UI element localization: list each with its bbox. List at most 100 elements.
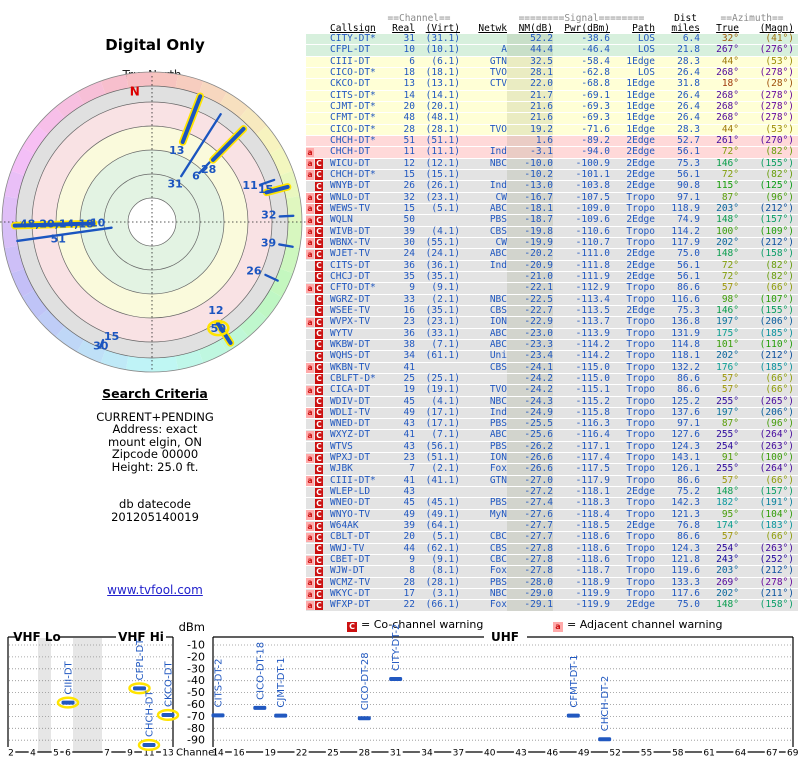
adjacent-warning-icon: a bbox=[306, 283, 314, 294]
cell-netwk: PBS bbox=[489, 418, 507, 430]
co-channel-warning-icon: C bbox=[315, 532, 323, 543]
cell-pwr: -109.6 bbox=[575, 214, 610, 226]
cell-true: 72° bbox=[721, 270, 739, 282]
cell-true: 57° bbox=[721, 282, 739, 294]
co-channel-warning-icon: C bbox=[315, 385, 323, 396]
cell-netwk: CBS bbox=[489, 361, 507, 373]
cell-real: 6 bbox=[409, 55, 415, 67]
cell-path: LOS bbox=[637, 33, 655, 44]
cell-cs: WJBK bbox=[330, 463, 353, 475]
cell-pwr: -112.9 bbox=[575, 282, 610, 294]
cell-path: Tropo bbox=[626, 384, 655, 396]
channel-tick-label: 2 bbox=[8, 749, 14, 759]
radar-channel-label: 31 bbox=[167, 177, 182, 190]
co-channel-warning-icon: C bbox=[315, 170, 323, 180]
cell-dist: 118.9 bbox=[671, 202, 700, 214]
cell-nm: -23.3 bbox=[507, 339, 553, 351]
channel-axis-label: Channel bbox=[176, 748, 217, 759]
cell-nm: -27.8 bbox=[507, 565, 553, 577]
cell-real: 39 bbox=[403, 520, 415, 532]
cell-pwr: -118.3 bbox=[575, 497, 610, 509]
cell-cs: CFPL-DT bbox=[330, 44, 371, 56]
cell-dist: 86.6 bbox=[677, 474, 700, 486]
channel-tick-label: 7 bbox=[104, 749, 110, 759]
cell-cs: CFMT-DT* bbox=[330, 112, 376, 124]
cell-true: 255° bbox=[716, 463, 739, 475]
cell-real: 48 bbox=[403, 112, 415, 124]
station-label: CFPL-DT bbox=[135, 638, 146, 680]
cell-cs: CICA-DT bbox=[330, 384, 371, 396]
cell-path: Tropo bbox=[626, 440, 655, 452]
cell-real: 26 bbox=[403, 180, 415, 192]
adjacent-warning-icon: a bbox=[306, 215, 314, 226]
cell-cs: WKBW-DT bbox=[330, 338, 371, 350]
cell-virt: (3.1) bbox=[431, 588, 460, 600]
cell-nm: -18.1 bbox=[507, 203, 553, 215]
cell-true: 44° bbox=[721, 55, 739, 67]
cell-cs: WEWS-TV bbox=[330, 202, 371, 214]
cell-real: 49 bbox=[403, 406, 415, 418]
cell-dist: 119.6 bbox=[671, 565, 700, 577]
cell-nm: 21.7 bbox=[507, 90, 553, 101]
cell-path: Tropo bbox=[626, 316, 655, 328]
cell-virt: (28.1) bbox=[425, 576, 460, 588]
cell-magn: (82°) bbox=[765, 270, 794, 282]
cell-real: 20 bbox=[403, 100, 415, 112]
spectrum-gap-band bbox=[38, 638, 51, 752]
cell-virt: (14.1) bbox=[425, 89, 460, 101]
chart-box-border bbox=[212, 637, 794, 753]
cell-true: 254° bbox=[716, 542, 739, 554]
cell-pwr: -117.1 bbox=[575, 440, 610, 452]
cell-pwr: -111.9 bbox=[575, 270, 610, 282]
cell-pwr: -116.4 bbox=[575, 429, 610, 441]
cell-magn: (41°) bbox=[765, 33, 794, 44]
cell-true: 44° bbox=[721, 123, 739, 135]
cell-virt: (19.1) bbox=[425, 384, 460, 396]
cell-real: 44 bbox=[403, 542, 415, 554]
cell-netwk: CBS bbox=[489, 225, 507, 237]
cell-cs: CJMT-DT* bbox=[330, 100, 376, 112]
cell-pwr: -119.9 bbox=[575, 588, 610, 600]
cell-netwk: ABC bbox=[489, 429, 507, 441]
cell-netwk: PBS bbox=[489, 576, 507, 588]
cell-cs: WKYC-DT bbox=[330, 588, 371, 600]
co-channel-warning-icon: C bbox=[315, 249, 323, 260]
cell-magn: (125°) bbox=[759, 180, 794, 192]
cell-real: 23 bbox=[403, 316, 415, 328]
cell-virt: (26.1) bbox=[425, 180, 460, 192]
adjacent-warning-icon: a bbox=[306, 600, 314, 611]
cell-magn: (183°) bbox=[759, 520, 794, 532]
cell-real: 43 bbox=[403, 418, 415, 430]
channel-tick-label: 4 bbox=[30, 749, 36, 759]
channel-tick-label: 19 bbox=[265, 749, 277, 759]
search-criteria: Search Criteria CURRENT+PENDING Address:… bbox=[0, 387, 310, 473]
station-marker bbox=[389, 677, 403, 682]
cell-true: 95° bbox=[721, 508, 739, 520]
cell-path: Tropo bbox=[626, 588, 655, 600]
cell-cs: WNED-DT bbox=[330, 418, 371, 430]
cell-path: Tropo bbox=[626, 191, 655, 203]
cell-cs: WWJ-TV bbox=[330, 542, 365, 554]
compass-hue-sector bbox=[285, 222, 302, 249]
cell-netwk: Ind bbox=[489, 146, 507, 158]
channel-tick-label: 34 bbox=[421, 749, 433, 759]
cell-pwr: -101.1 bbox=[575, 168, 610, 180]
tvfool-link[interactable]: www.tvfool.com bbox=[107, 583, 203, 597]
cell-path: Tropo bbox=[626, 406, 655, 418]
cell-dist: 86.6 bbox=[677, 372, 700, 384]
cell-true: 98° bbox=[721, 293, 739, 305]
cell-dist: 56.1 bbox=[677, 270, 700, 282]
channel-tick-label: 6 bbox=[65, 749, 71, 759]
cell-virt: (20.1) bbox=[425, 100, 460, 112]
cell-pwr: -110.7 bbox=[575, 236, 610, 248]
cell-cs: CHCJ-DT bbox=[330, 270, 371, 282]
compass-hue-sector bbox=[285, 195, 302, 222]
cell-pwr: -115.0 bbox=[575, 361, 610, 373]
cell-netwk: CBS bbox=[489, 542, 507, 554]
cell-real: 32 bbox=[403, 191, 415, 203]
radar-channel-label: 26 bbox=[246, 264, 262, 277]
cell-netwk: ION bbox=[489, 316, 507, 328]
cell-true: 57° bbox=[721, 474, 739, 486]
cell-magn: (263°) bbox=[759, 542, 794, 554]
cell-true: 87° bbox=[721, 418, 739, 430]
